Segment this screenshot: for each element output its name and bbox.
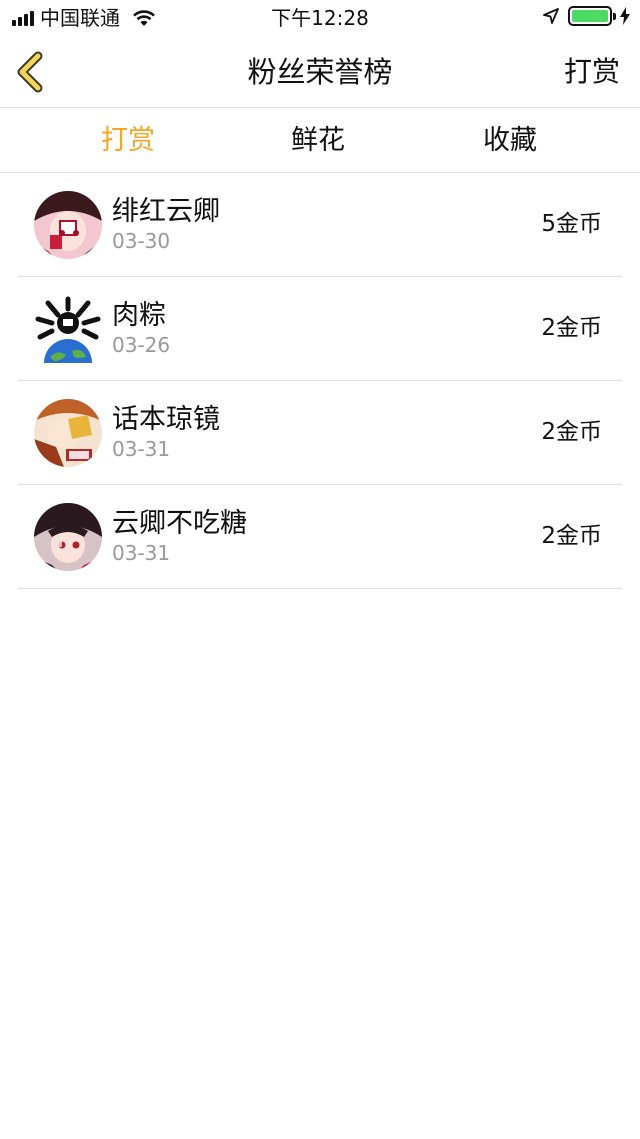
list-item[interactable]: 话本琼镜 03-31 2金币: [18, 381, 622, 485]
reward-button[interactable]: 打赏: [564, 54, 620, 90]
avatar: [34, 399, 102, 467]
tab-bar: 打赏 鲜花 收藏: [0, 109, 640, 173]
fan-name: 肉粽: [112, 300, 166, 331]
reward-amount: 5金币: [541, 211, 602, 237]
list-item[interactable]: 肉粽 03-26 2金币: [18, 277, 622, 381]
fan-date: 03-31: [112, 541, 171, 565]
list-item[interactable]: 绯红云卿 03-30 5金币: [18, 173, 622, 277]
reward-amount: 2金币: [541, 419, 602, 445]
avatar: [34, 503, 102, 571]
tab-flowers[interactable]: 鲜花: [291, 123, 345, 159]
avatar-globe-icon: [34, 295, 102, 363]
list-item[interactable]: 云卿不吃糖 03-31 2金币: [18, 485, 622, 589]
tab-reward[interactable]: 打赏: [101, 123, 155, 159]
avatar-anime-red-icon: [34, 191, 102, 259]
avatar: [34, 191, 102, 259]
status-right: [542, 6, 630, 26]
avatar: [34, 295, 102, 363]
fan-name: 云卿不吃糖: [112, 508, 247, 539]
charging-bolt-icon: [620, 7, 630, 25]
location-arrow-icon: [543, 8, 559, 24]
fan-date: 03-26: [112, 333, 171, 357]
nav-bar: 粉丝荣誉榜 打赏: [0, 36, 640, 108]
fan-list: 绯红云卿 03-30 5金币 肉粽 03-26 2金币 话本琼镜 03-31 2…: [0, 173, 640, 589]
status-bar: 中国联通 下午12:28: [0, 0, 640, 36]
avatar-anime-dark-icon: [34, 503, 102, 571]
tab-favorites[interactable]: 收藏: [483, 123, 537, 159]
fan-name: 话本琼镜: [112, 404, 220, 435]
avatar-anime-orange-icon: [34, 399, 102, 467]
page-title: 粉丝荣誉榜: [247, 55, 393, 89]
fan-date: 03-31: [112, 437, 171, 461]
reward-amount: 2金币: [541, 523, 602, 549]
battery-icon: [568, 6, 616, 26]
reward-amount: 2金币: [541, 315, 602, 341]
fan-date: 03-30: [112, 229, 171, 253]
fan-name: 绯红云卿: [112, 196, 220, 227]
